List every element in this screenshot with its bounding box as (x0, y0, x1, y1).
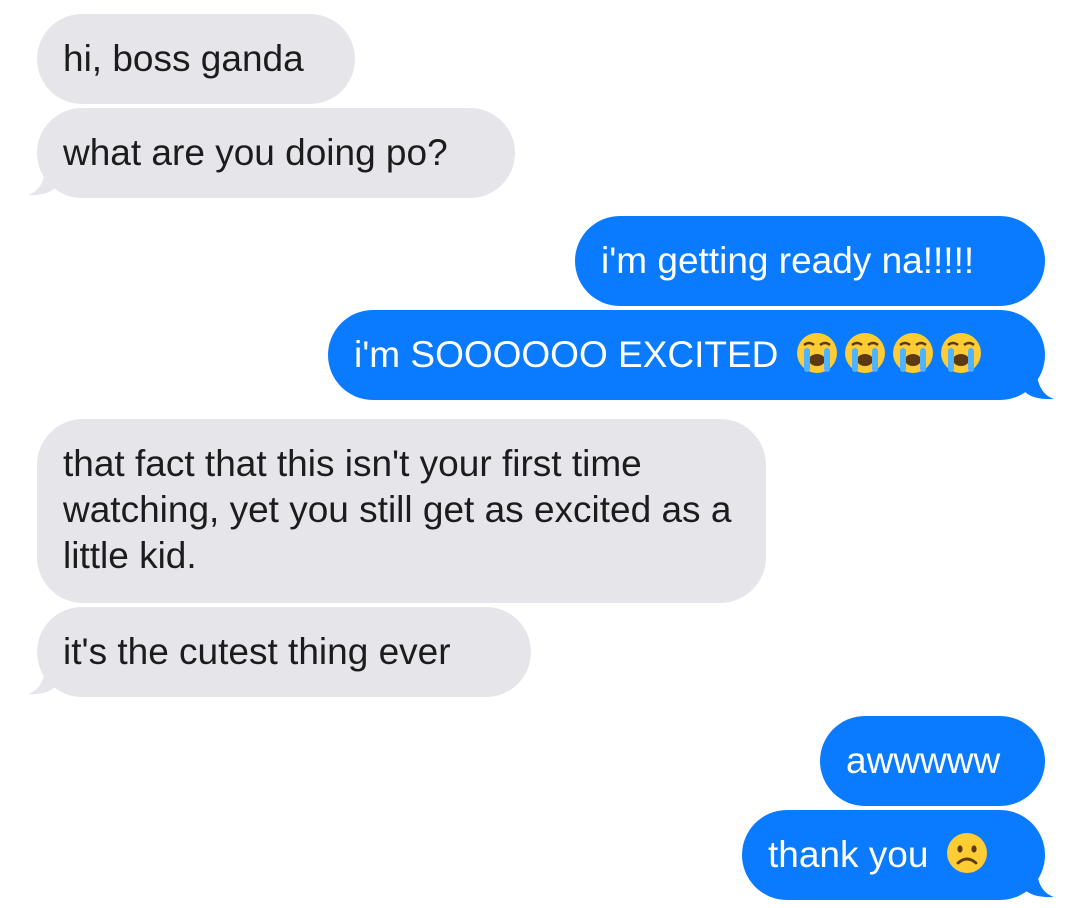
message-text: what are you doing po? (63, 132, 448, 173)
message-text: hi, boss ganda (63, 38, 304, 79)
message-bubble-received[interactable]: it's the cutest thing ever (37, 607, 531, 697)
loudly-crying-face-icon (796, 333, 837, 374)
loudly-crying-face-icon (844, 333, 885, 374)
message-thread: hi, boss ganda what are you doing po? i'… (0, 0, 1080, 908)
bubble-tail (1022, 860, 1054, 898)
frowning-face-icon (946, 833, 987, 874)
message-bubble-received[interactable]: hi, boss ganda (37, 14, 355, 104)
message-text: it's the cutest thing ever (63, 631, 451, 672)
message-text: thank you (768, 834, 929, 875)
message-bubble-sent[interactable]: thank you (742, 810, 1045, 900)
emoji-group (945, 831, 989, 875)
bubble-tail (28, 158, 58, 196)
message-text: i'm SOOOOOO EXCITED (354, 334, 779, 375)
message-bubble-sent[interactable]: i'm getting ready na!!!!! (575, 216, 1045, 306)
message-bubble-sent[interactable]: i'm SOOOOOO EXCITED (328, 310, 1045, 400)
loudly-crying-face-icon (892, 333, 933, 374)
loudly-crying-face-icon (940, 333, 981, 374)
message-text: awwwww (846, 740, 1001, 781)
emoji-group (795, 331, 983, 375)
message-text: that fact that this isn't your first tim… (63, 443, 732, 576)
message-text: i'm getting ready na!!!!! (601, 240, 975, 281)
bubble-tail (1022, 362, 1054, 400)
message-bubble-received[interactable]: what are you doing po? (37, 108, 515, 198)
message-bubble-sent[interactable]: awwwww (820, 716, 1045, 806)
message-bubble-received[interactable]: that fact that this isn't your first tim… (37, 419, 766, 603)
bubble-tail (28, 657, 58, 695)
